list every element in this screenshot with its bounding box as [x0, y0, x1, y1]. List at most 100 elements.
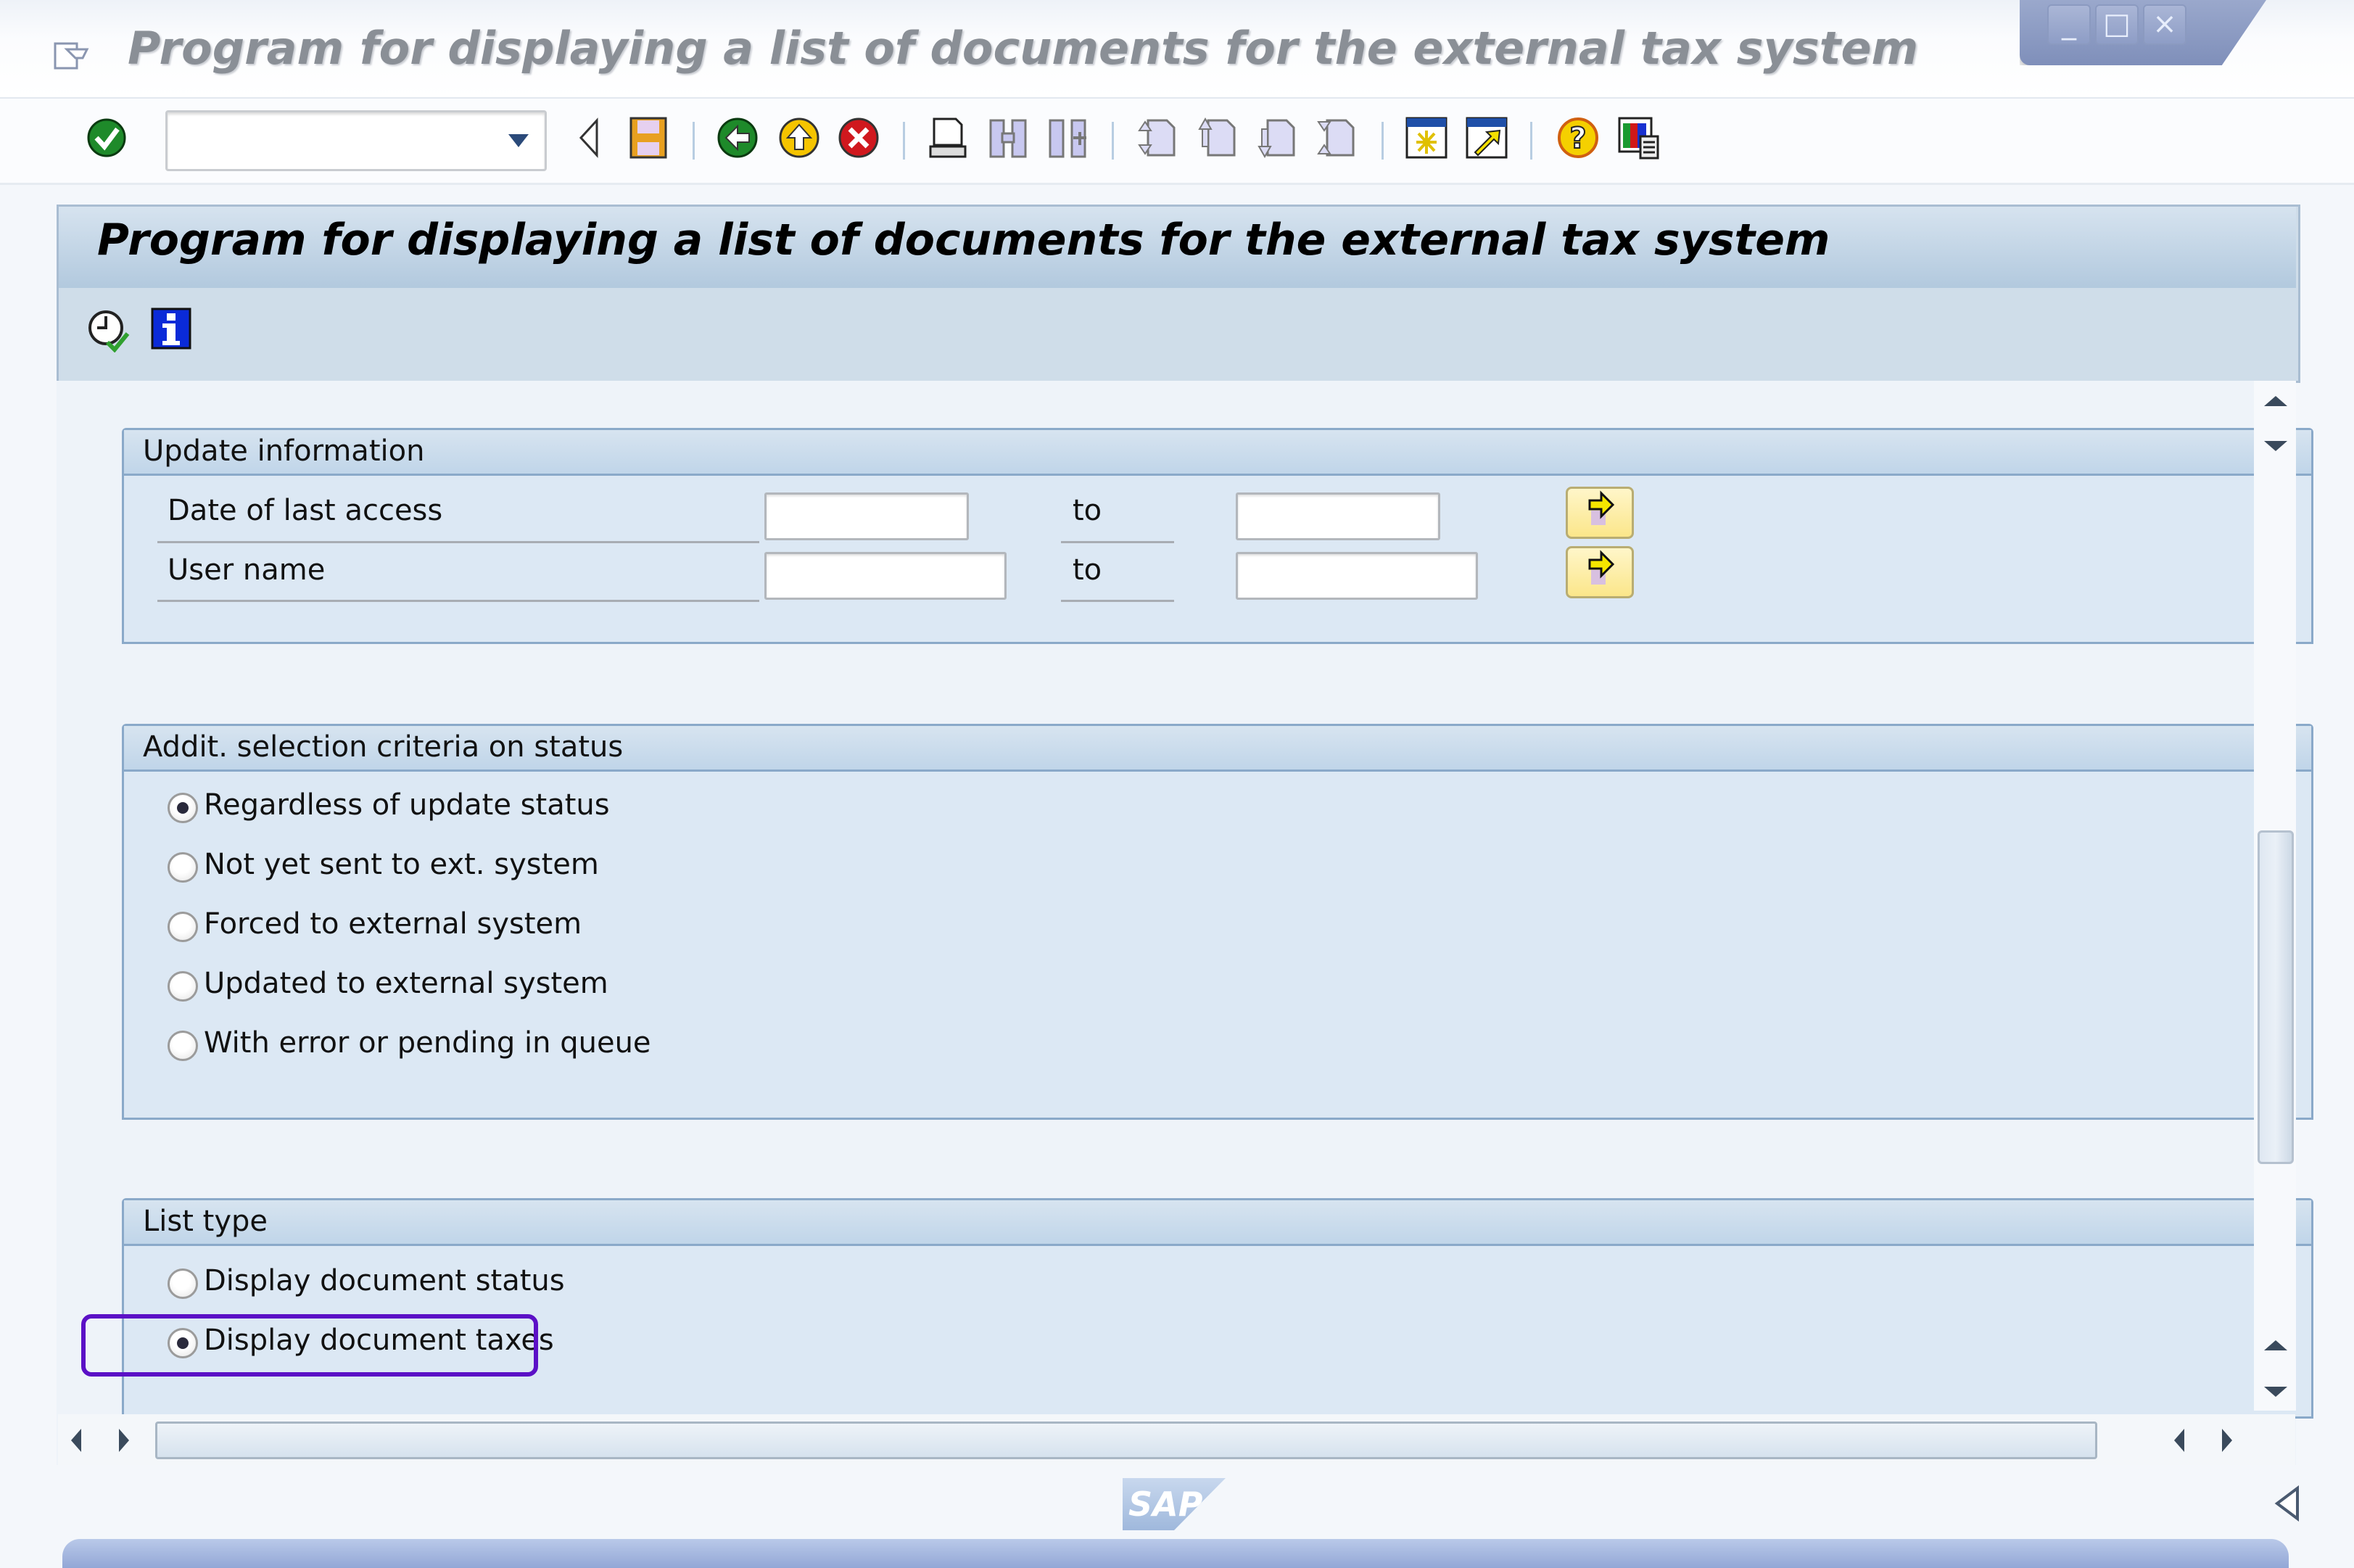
previous-page-button[interactable]	[1195, 113, 1242, 162]
scroll-right-arrow-icon[interactable]	[2222, 1429, 2232, 1452]
chevron-down-icon[interactable]	[508, 134, 529, 147]
radio-label[interactable]: Regardless of update status	[204, 788, 610, 822]
enter-button[interactable]	[83, 113, 130, 162]
group-title: Addit. selection criteria on status	[143, 730, 624, 764]
first-page-button[interactable]	[1135, 113, 1181, 162]
help-button[interactable]: ?	[1555, 113, 1601, 162]
group-header: Update information	[124, 430, 2311, 476]
cancel-icon	[838, 117, 879, 158]
radio-label[interactable]: Not yet sent to ext. system	[204, 848, 599, 881]
radio-label[interactable]: Updated to external system	[204, 967, 608, 1000]
toolbar-separator	[693, 122, 695, 160]
user-name-to-input[interactable]	[1236, 552, 1478, 600]
radio-forced-to-external[interactable]	[168, 912, 198, 942]
group-title: List type	[143, 1205, 268, 1238]
program-documentation-button[interactable]	[151, 308, 194, 351]
toolbar-separator	[1530, 122, 1532, 160]
horizontal-scroll-thumb[interactable]	[155, 1421, 2097, 1459]
multiple-selection-arrow-icon	[1588, 550, 1615, 585]
to-label: to	[1073, 494, 1102, 527]
date-last-access-to-input[interactable]	[1236, 492, 1440, 540]
create-session-icon	[1405, 117, 1447, 159]
scroll-up-arrow-icon[interactable]	[2264, 396, 2287, 406]
exit-icon	[779, 117, 819, 158]
radio-label[interactable]: Forced to external system	[204, 907, 582, 941]
svg-text:?: ?	[1569, 122, 1586, 155]
back-button[interactable]	[714, 113, 761, 162]
help-icon: ?	[1558, 117, 1598, 158]
toolbar-separator	[1382, 122, 1384, 160]
date-multiple-selection-button[interactable]	[1566, 487, 1634, 539]
radio-display-document-status[interactable]	[168, 1268, 198, 1299]
close-icon: ×	[2152, 7, 2177, 41]
scroll-down-arrow-icon[interactable]	[2264, 441, 2287, 451]
radio-label[interactable]: Display document status	[204, 1264, 565, 1297]
collapse-command-field-button[interactable]	[566, 113, 612, 162]
user-name-label: User name	[168, 553, 326, 587]
sap-logo: SAP	[1123, 1478, 1226, 1530]
generate-shortcut-button[interactable]	[1463, 113, 1510, 162]
label-underline	[157, 600, 759, 602]
user-multiple-selection-button[interactable]	[1566, 546, 1634, 598]
print-icon	[929, 117, 967, 158]
customize-layout-button[interactable]	[1616, 113, 1662, 162]
save-icon	[629, 117, 667, 159]
collapse-command-field-icon	[579, 117, 598, 158]
scroll-right-arrow-icon[interactable]	[119, 1429, 129, 1452]
date-last-access-from-input[interactable]	[764, 492, 969, 540]
minimize-button[interactable]: _	[2047, 4, 2091, 45]
execute-button[interactable]	[86, 308, 131, 353]
create-session-button[interactable]	[1403, 113, 1450, 162]
system-menu-icon[interactable]	[54, 39, 90, 71]
exit-button[interactable]	[776, 113, 822, 162]
radio-regardless-of-update-status[interactable]	[168, 793, 198, 823]
vertical-scroll-thumb[interactable]	[2258, 830, 2294, 1164]
label-underline	[1061, 600, 1174, 602]
find-next-button[interactable]	[1044, 113, 1091, 162]
screen-title: Program for displaying a list of documen…	[97, 215, 1830, 265]
selection-screen-content: Update information Date of last access t…	[57, 381, 2313, 1465]
first-page-icon	[1138, 119, 1176, 157]
label-underline	[157, 541, 759, 543]
next-page-icon	[1257, 119, 1295, 159]
find-next-icon	[1049, 119, 1086, 158]
customize-layout-icon	[1618, 117, 1659, 160]
next-page-button[interactable]	[1255, 113, 1301, 162]
enter-check-icon	[87, 118, 126, 157]
maximize-button[interactable]: □	[2095, 4, 2139, 45]
maximize-icon: □	[2103, 7, 2131, 41]
group-header: List type	[124, 1200, 2311, 1246]
previous-page-icon	[1198, 117, 1236, 157]
command-field[interactable]	[165, 110, 547, 171]
save-button[interactable]	[625, 113, 672, 162]
last-page-button[interactable]	[1314, 113, 1360, 162]
status-bar	[62, 1539, 2289, 1568]
multiple-selection-arrow-icon	[1588, 490, 1615, 525]
print-button[interactable]	[925, 113, 971, 162]
toolbar-separator	[903, 122, 905, 160]
find-button[interactable]	[985, 113, 1031, 162]
close-button[interactable]: ×	[2143, 4, 2186, 45]
group-header: Addit. selection criteria on status	[124, 726, 2311, 772]
status-bar-toggle-icon[interactable]	[2273, 1485, 2302, 1522]
back-icon	[717, 117, 758, 158]
info-icon	[151, 308, 191, 350]
scroll-left-arrow-icon[interactable]	[71, 1429, 81, 1452]
scroll-down-arrow-icon[interactable]	[2264, 1387, 2287, 1397]
radio-updated-to-external[interactable]	[168, 971, 198, 1002]
radio-label[interactable]: With error or pending in queue	[204, 1026, 651, 1060]
date-last-access-label: Date of last access	[168, 494, 443, 527]
group-title: Update information	[143, 434, 425, 468]
toolbar-separator	[1112, 122, 1114, 160]
find-icon	[989, 119, 1027, 158]
group-status-criteria: Addit. selection criteria on status Rega…	[122, 724, 2313, 1120]
user-name-from-input[interactable]	[764, 552, 1007, 600]
cancel-button[interactable]	[835, 113, 882, 162]
scroll-left-arrow-icon[interactable]	[2174, 1429, 2184, 1452]
minimize-icon: _	[2062, 7, 2076, 41]
window-title: Program for displaying a list of documen…	[128, 22, 1919, 75]
radio-error-or-pending[interactable]	[168, 1031, 198, 1061]
radio-not-yet-sent[interactable]	[168, 852, 198, 883]
scroll-up-arrow-icon[interactable]	[2264, 1340, 2287, 1350]
label-underline	[1061, 541, 1174, 543]
